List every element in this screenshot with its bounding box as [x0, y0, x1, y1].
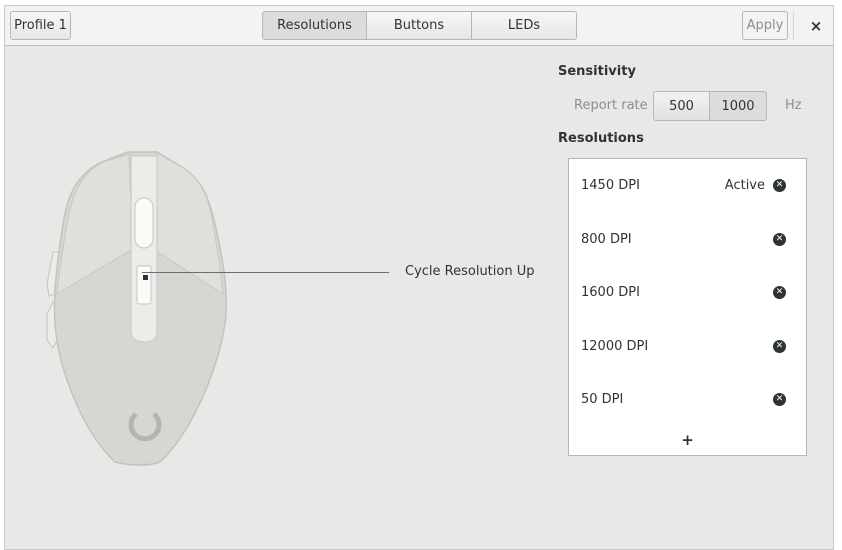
apply-button[interactable]: Apply: [742, 11, 788, 40]
header-separator: [793, 12, 794, 40]
add-resolution-button[interactable]: +: [569, 429, 806, 451]
remove-icon[interactable]: ✕: [773, 179, 786, 192]
rate-unit-label: Hz: [785, 98, 802, 113]
resolution-label: 1450 DPI: [581, 178, 640, 193]
profile-button[interactable]: Profile 1: [10, 11, 71, 40]
tab-buttons[interactable]: Buttons: [367, 11, 472, 40]
profile-button-label: Profile 1: [14, 18, 67, 33]
rate-option-500[interactable]: 500: [653, 91, 710, 121]
tab-resolutions-label: Resolutions: [277, 18, 352, 33]
mouse-illustration: [46, 151, 227, 466]
remove-icon[interactable]: ✕: [773, 233, 786, 246]
remove-icon[interactable]: ✕: [773, 393, 786, 406]
resolution-label: 1600 DPI: [581, 285, 640, 300]
rate-option-500-label: 500: [669, 98, 694, 114]
dpi-indicator: [143, 275, 148, 280]
scroll-wheel[interactable]: [134, 197, 154, 249]
apply-button-label: Apply: [746, 18, 784, 33]
remove-icon[interactable]: ✕: [773, 286, 786, 299]
rate-option-1000[interactable]: 1000: [710, 91, 767, 121]
resolution-label: 800 DPI: [581, 232, 632, 247]
active-badge: Active: [724, 178, 765, 193]
callout-label: Cycle Resolution Up: [405, 264, 535, 279]
resolution-row[interactable]: 12000 DPI ✕: [569, 320, 806, 373]
report-rate-selector: 500 1000: [653, 91, 767, 121]
tab-resolutions[interactable]: Resolutions: [262, 11, 367, 40]
rate-option-1000-label: 1000: [721, 98, 755, 114]
close-button[interactable]: ×: [802, 11, 830, 40]
tab-switcher: Resolutions Buttons LEDs: [262, 11, 577, 40]
resolution-row[interactable]: 50 DPI ✕: [569, 373, 806, 426]
report-rate-label: Report rate: [574, 98, 648, 113]
resolution-label: 12000 DPI: [581, 339, 649, 354]
tab-buttons-label: Buttons: [393, 18, 445, 33]
resolutions-list: 1450 DPI Active ✕ 800 DPI ✕ 1600 DPI ✕ 1…: [568, 158, 807, 456]
tab-leds-label: LEDs: [507, 18, 541, 33]
resolution-label: 50 DPI: [581, 392, 624, 407]
close-icon: ×: [809, 16, 823, 35]
center-channel: [130, 155, 158, 343]
resolutions-heading: Resolutions: [558, 131, 644, 146]
resolution-row[interactable]: 1600 DPI ✕: [569, 266, 806, 319]
sensitivity-heading: Sensitivity: [558, 64, 636, 79]
tab-leds[interactable]: LEDs: [472, 11, 577, 40]
callout-leader-line: [142, 272, 389, 273]
plus-icon: +: [681, 431, 694, 449]
resolution-row[interactable]: 1450 DPI Active ✕: [569, 159, 806, 212]
resolution-row[interactable]: 800 DPI ✕: [569, 213, 806, 266]
header-bar: Profile 1 Resolutions Buttons LEDs Apply…: [5, 6, 833, 46]
app-window: Profile 1 Resolutions Buttons LEDs Apply…: [4, 5, 834, 550]
remove-icon[interactable]: ✕: [773, 340, 786, 353]
